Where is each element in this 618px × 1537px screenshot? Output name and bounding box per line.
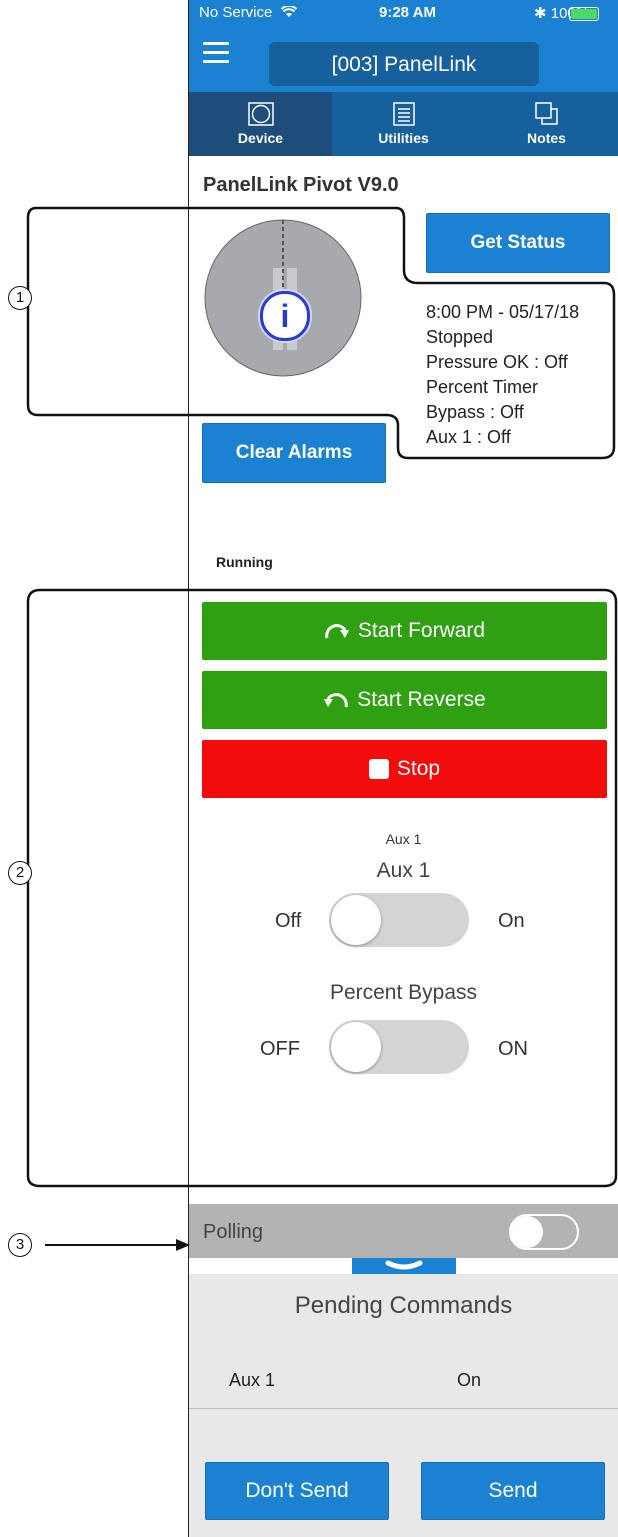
- status-pressure: Pressure OK : Off: [426, 352, 568, 372]
- carrier-label: No Service: [199, 4, 273, 21]
- clear-alarms-button[interactable]: Clear Alarms: [202, 423, 386, 483]
- tab-utilities[interactable]: Utilities: [332, 92, 475, 156]
- wifi-icon: [280, 5, 297, 17]
- info-icon-glyph: i: [280, 298, 290, 334]
- percent-bypass-title: Percent Bypass: [329, 981, 478, 1004]
- stop-label: Stop: [396, 757, 441, 780]
- bluetooth-icon: ✱: [534, 5, 547, 22]
- aux1-title: Aux 1: [376, 859, 431, 882]
- tab-notes-label: Notes: [527, 130, 566, 146]
- device-title[interactable]: [003] PanelLink: [269, 42, 539, 86]
- start-forward-label: Start Forward: [357, 619, 486, 642]
- phone-left-edge: [188, 0, 189, 1537]
- status-bypass: Bypass : Off: [426, 402, 524, 422]
- stop-square-icon: [368, 759, 389, 780]
- tab-device[interactable]: Device: [189, 92, 332, 156]
- carrier-text: No Service: [199, 4, 297, 21]
- status-aux1: Aux 1 : Off: [426, 427, 511, 447]
- device-tab-icon: [247, 102, 274, 126]
- rotate-clockwise-icon: [325, 624, 349, 639]
- device-status-panel: 8:00 PM - 05/17/18 Stopped Pressure OK :…: [426, 300, 579, 450]
- polling-toggle-knob: [511, 1216, 543, 1248]
- start-forward-button[interactable]: Start Forward: [202, 602, 607, 660]
- tab-bar: Device Utilities Notes: [189, 92, 618, 156]
- status-timestamp: 8:00 PM - 05/17/18: [426, 302, 580, 322]
- aux1-toggle[interactable]: [329, 893, 469, 947]
- bypass-on-label: ON: [498, 1038, 528, 1060]
- aux1-on-label: On: [498, 910, 525, 932]
- status-run-state: Stopped: [426, 327, 494, 347]
- aux1-caption: Aux 1: [385, 831, 422, 847]
- bypass-toggle-knob: [331, 1022, 381, 1072]
- callout-3: 3: [8, 1233, 32, 1257]
- notes-icon: [534, 102, 558, 125]
- polling-toggle[interactable]: [509, 1214, 579, 1250]
- status-bar: No Service 9:28 AM ✱ 100%: [189, 0, 618, 26]
- polling-bar: Polling: [189, 1204, 618, 1258]
- start-reverse-label: Start Reverse: [357, 688, 486, 711]
- clock: 9:28 AM: [379, 4, 436, 21]
- dont-send-button[interactable]: Don't Send: [205, 1462, 389, 1520]
- aux1-toggle-knob: [331, 895, 381, 945]
- percent-bypass-toggle[interactable]: [329, 1020, 469, 1074]
- running-label: Running: [216, 554, 273, 570]
- pivot-diagram[interactable]: i: [203, 218, 363, 378]
- start-reverse-button[interactable]: Start Reverse: [202, 671, 607, 729]
- battery-icon: [569, 7, 599, 21]
- rotate-counterclockwise-icon: [324, 693, 349, 708]
- pending-commands-title: Pending Commands: [294, 1292, 513, 1319]
- app-header: [003] PanelLink: [189, 26, 618, 92]
- tab-device-label: Device: [237, 130, 284, 146]
- info-icon[interactable]: i: [260, 291, 310, 341]
- status-timer-mode: Percent Timer: [426, 377, 539, 397]
- stop-button[interactable]: Stop: [202, 740, 607, 798]
- send-button[interactable]: Send: [421, 1462, 605, 1520]
- pending-command-row: Aux 1 On: [189, 1364, 618, 1409]
- tab-utilities-label: Utilities: [378, 130, 429, 146]
- tab-notes[interactable]: Notes: [475, 92, 618, 156]
- callout-2: 2: [8, 861, 32, 885]
- pending-command-name: Aux 1: [229, 1370, 276, 1390]
- callout-1: 1: [8, 286, 32, 310]
- bypass-off-label: OFF: [260, 1038, 300, 1060]
- polling-label: Polling: [203, 1221, 264, 1243]
- aux1-off-label: Off: [275, 910, 302, 932]
- pending-commands-panel: Pending Commands Aux 1 On Don't Send Sen…: [189, 1274, 618, 1537]
- list-icon: [392, 102, 415, 126]
- phone-screen: No Service 9:28 AM ✱ 100% [003] PanelLin…: [189, 0, 618, 1537]
- hamburger-menu-icon[interactable]: [203, 42, 229, 64]
- pending-command-value: On: [457, 1370, 482, 1390]
- device-name: PanelLink Pivot V9.0: [203, 174, 399, 196]
- get-status-button[interactable]: Get Status: [426, 213, 610, 273]
